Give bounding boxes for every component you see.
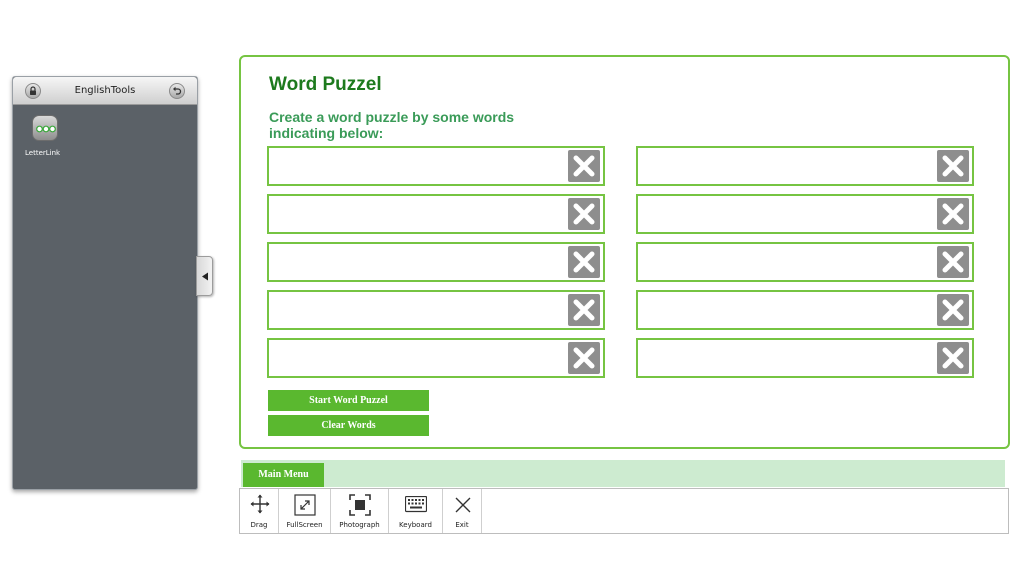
word-row-4 (267, 290, 605, 330)
word-puzzle-panel: Word Puzzel Create a word puzzle by some… (239, 55, 1010, 449)
word-input-1[interactable] (273, 152, 563, 180)
close-icon (942, 155, 964, 177)
back-button[interactable] (169, 83, 185, 99)
instructions-text: Create a word puzzle by some words indic… (269, 109, 569, 141)
close-icon (942, 299, 964, 321)
clear-word-button-3[interactable] (568, 246, 600, 278)
tool-label: FullScreen (286, 521, 323, 529)
sidebar-panel: EnglishTools LetterLink (12, 76, 198, 490)
close-icon (942, 251, 964, 273)
clear-word-button-8[interactable] (937, 246, 969, 278)
app-tile-letterlink[interactable]: LetterLink (25, 115, 67, 161)
word-input-9[interactable] (642, 296, 932, 324)
undo-icon (173, 86, 182, 95)
close-icon (573, 347, 595, 369)
triangle-left-icon (202, 272, 208, 281)
close-icon (455, 497, 471, 513)
fullscreen-icon (294, 494, 316, 516)
sidebar-header: EnglishTools (13, 77, 197, 105)
tool-label: Exit (455, 521, 469, 529)
close-icon (573, 155, 595, 177)
photograph-icon (349, 494, 371, 516)
tool-label: Keyboard (399, 521, 432, 529)
keyboard-icon (405, 496, 427, 513)
word-input-7[interactable] (642, 200, 932, 228)
photograph-button[interactable]: Photograph (331, 489, 389, 533)
word-row-1 (267, 146, 605, 186)
move-icon (250, 494, 270, 514)
close-icon (573, 203, 595, 225)
keyboard-button[interactable]: Keyboard (389, 489, 443, 533)
clear-word-button-1[interactable] (568, 150, 600, 182)
close-icon (573, 299, 595, 321)
word-row-9 (636, 290, 974, 330)
close-icon (573, 251, 595, 273)
bottom-toolbar: Drag FullScreen Photograph Keyboard Exit (239, 488, 1009, 534)
fullscreen-button[interactable]: FullScreen (279, 489, 331, 533)
page-title: Word Puzzel (269, 74, 382, 95)
start-word-puzzle-button[interactable]: Start Word Puzzel (268, 390, 429, 411)
word-input-4[interactable] (273, 296, 563, 324)
word-row-7 (636, 194, 974, 234)
app-label: LetterLink (25, 149, 61, 157)
clear-word-button-7[interactable] (937, 198, 969, 230)
word-row-8 (636, 242, 974, 282)
clear-word-button-9[interactable] (937, 294, 969, 326)
tool-label: Photograph (339, 521, 380, 529)
word-row-3 (267, 242, 605, 282)
clear-word-button-2[interactable] (568, 198, 600, 230)
app-window: EnglishTools LetterLink Word Puzzel Crea… (0, 0, 1030, 581)
clear-word-button-4[interactable] (568, 294, 600, 326)
close-icon (942, 203, 964, 225)
word-input-6[interactable] (642, 152, 932, 180)
menu-strip: Main Menu (241, 460, 1005, 487)
word-row-10 (636, 338, 974, 378)
word-input-3[interactable] (273, 248, 563, 276)
word-input-5[interactable] (273, 344, 563, 372)
instructions-line-1: Create a word puzzle by some words (269, 109, 515, 125)
word-row-6 (636, 146, 974, 186)
tool-label: Drag (250, 521, 268, 529)
letterlink-icon (32, 115, 58, 141)
close-icon (942, 347, 964, 369)
clear-word-button-5[interactable] (568, 342, 600, 374)
drag-button[interactable]: Drag (240, 489, 279, 533)
main-menu-button[interactable]: Main Menu (243, 463, 324, 487)
word-input-10[interactable] (642, 344, 932, 372)
word-input-2[interactable] (273, 200, 563, 228)
clear-word-button-6[interactable] (937, 150, 969, 182)
clear-words-button[interactable]: Clear Words (268, 415, 429, 436)
word-input-8[interactable] (642, 248, 932, 276)
instructions-line-2: indicating below: (269, 125, 384, 141)
word-row-2 (267, 194, 605, 234)
exit-button[interactable]: Exit (443, 489, 482, 533)
clear-word-button-10[interactable] (937, 342, 969, 374)
word-row-5 (267, 338, 605, 378)
sidebar-collapse-button[interactable] (196, 256, 213, 296)
